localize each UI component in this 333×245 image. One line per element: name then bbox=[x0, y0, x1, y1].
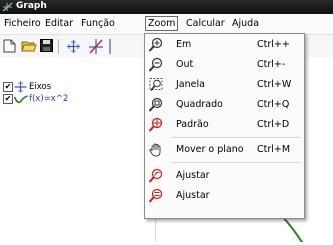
menu-item-move-plane[interactable]: Mover o plano Ctrl+M bbox=[145, 140, 304, 160]
open-folder-icon[interactable] bbox=[21, 39, 37, 53]
menu-item-shortcut: Ctrl+D bbox=[257, 119, 290, 130]
title-bar: Graph bbox=[0, 0, 333, 14]
zoom-window-icon bbox=[149, 78, 163, 92]
menu-item-shortcut: Ctrl+Q bbox=[257, 99, 290, 110]
menu-item-label: Em bbox=[176, 39, 192, 50]
toolbar-more-icon[interactable] bbox=[107, 38, 113, 55]
function-curve-segment bbox=[282, 216, 305, 245]
app-icon bbox=[2, 2, 13, 12]
menu-item-label: Out bbox=[176, 59, 194, 70]
function-curve-icon bbox=[14, 95, 28, 104]
menu-item-label: Quadrado bbox=[176, 99, 223, 110]
menu-calcular[interactable]: Calcular bbox=[184, 17, 227, 30]
menu-item-label: Padrão bbox=[176, 119, 209, 130]
menu-item-zoom-window[interactable]: Janela Ctrl+W bbox=[145, 75, 304, 95]
save-icon[interactable] bbox=[40, 39, 53, 52]
axes-icon bbox=[14, 81, 27, 93]
zoom-out-icon bbox=[148, 57, 163, 72]
menu-item-shortcut: Ctrl+W bbox=[257, 79, 292, 90]
list-item-label: Eixos bbox=[29, 82, 52, 92]
menu-item-zoom-standard[interactable]: Padrão Ctrl+D bbox=[145, 115, 304, 135]
function-list-panel: ✔ Eixos ✔ f(x)=x^2 bbox=[0, 57, 156, 242]
menu-editar[interactable]: Editar bbox=[43, 17, 75, 30]
zoom-fit-icon bbox=[148, 168, 163, 183]
axes-toolbar-icon[interactable] bbox=[66, 39, 81, 54]
checkbox-function[interactable]: ✔ bbox=[3, 94, 13, 104]
menu-item-shortcut: Ctrl++ bbox=[257, 39, 290, 50]
menu-ficheiro[interactable]: Ficheiro bbox=[2, 17, 43, 30]
menu-item-shortcut: Ctrl+- bbox=[257, 59, 286, 70]
menu-separator bbox=[171, 137, 301, 138]
menu-separator bbox=[171, 162, 301, 163]
checkbox-axes[interactable]: ✔ bbox=[3, 82, 13, 92]
zoom-menu-dropdown: Em Ctrl++ Out Ctrl+- Janela Ctrl+W Quadr… bbox=[144, 33, 305, 219]
menu-funcao[interactable]: Função bbox=[79, 17, 117, 30]
menu-item-zoom-out[interactable]: Out Ctrl+- bbox=[145, 55, 304, 75]
toolbar-separator bbox=[58, 39, 59, 54]
zoom-standard-icon bbox=[148, 117, 163, 132]
menu-item-fit-all[interactable]: Ajustar bbox=[145, 186, 304, 206]
menu-item-label: Ajustar bbox=[176, 170, 210, 181]
zoom-square-icon bbox=[148, 97, 163, 112]
window-title: Graph bbox=[16, 1, 47, 11]
menu-item-fit[interactable]: Ajustar bbox=[145, 166, 304, 186]
hand-move-icon bbox=[149, 143, 161, 157]
list-item-label: f(x)=x^2 bbox=[29, 94, 69, 104]
menu-item-zoom-in[interactable]: Em Ctrl++ bbox=[145, 35, 304, 55]
menu-item-label: Ajustar bbox=[176, 190, 210, 201]
zoom-fit-all-icon bbox=[148, 188, 163, 203]
new-file-icon[interactable] bbox=[3, 39, 16, 53]
zoom-in-icon bbox=[148, 37, 163, 52]
menu-item-label: Janela bbox=[176, 79, 205, 90]
menu-ajuda[interactable]: Ajuda bbox=[230, 17, 261, 30]
menu-bar: Ficheiro Editar Função Zoom Calcular Aju… bbox=[0, 14, 333, 35]
menu-item-zoom-square[interactable]: Quadrado Ctrl+Q bbox=[145, 95, 304, 115]
menu-zoom[interactable]: Zoom bbox=[145, 16, 179, 31]
insert-function-icon[interactable] bbox=[88, 38, 104, 55]
menu-item-label: Mover o plano bbox=[176, 144, 244, 155]
menu-item-shortcut: Ctrl+M bbox=[257, 144, 291, 155]
